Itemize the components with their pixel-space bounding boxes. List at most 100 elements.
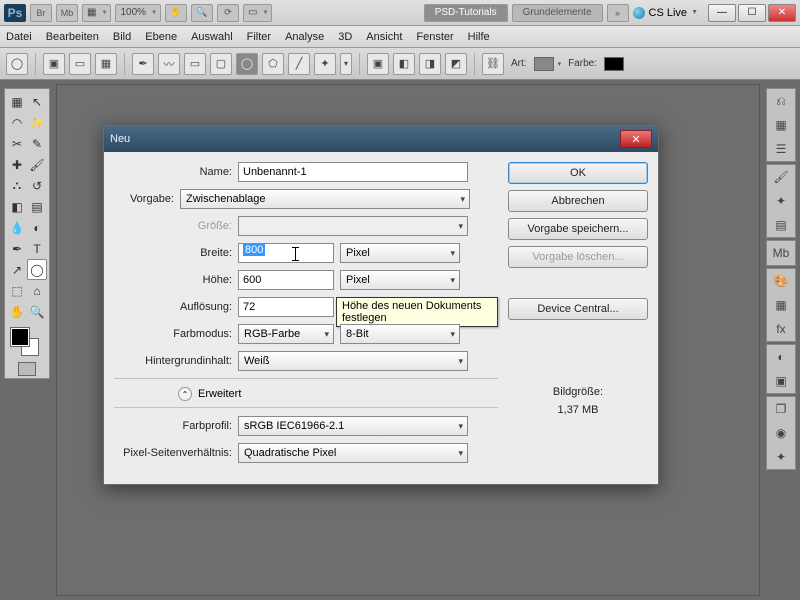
brush-tool-icon[interactable]: 🖌 <box>27 154 47 175</box>
clone-panel-icon[interactable]: ✦ <box>772 192 790 210</box>
dodge-tool-icon[interactable]: ◐ <box>27 217 47 238</box>
3d-tool-icon[interactable]: ⬚ <box>7 280 27 301</box>
menu-3d[interactable]: 3D <box>338 31 352 43</box>
hintergrund-select[interactable]: Weiß <box>238 351 468 371</box>
marquee-tool-icon[interactable]: ↖ <box>27 91 47 112</box>
aufloesung-input[interactable] <box>238 297 334 317</box>
adjustments-panel-icon[interactable]: ◐ <box>772 348 790 366</box>
menu-ansicht[interactable]: Ansicht <box>366 31 402 43</box>
hand-tool-icon[interactable]: ✋ <box>7 301 27 322</box>
abbrechen-button[interactable]: Abbrechen <box>508 190 648 212</box>
path-op2-icon[interactable]: ◧ <box>393 53 415 75</box>
type-tool-icon[interactable]: T <box>27 238 47 259</box>
arrange-dropdown[interactable]: ▦ <box>82 4 111 22</box>
vorgabe-speichern-button[interactable]: Vorgabe speichern... <box>508 218 648 240</box>
brush-panel-icon[interactable]: 🖌 <box>772 168 790 186</box>
3d-camera-icon[interactable]: ⌂ <box>27 280 47 301</box>
menu-hilfe[interactable]: Hilfe <box>468 31 490 43</box>
history-brush-icon[interactable]: ↺ <box>27 175 47 196</box>
cs-live[interactable]: CS Live ▼ <box>633 7 698 19</box>
vorgabe-select[interactable]: Zwischenablage <box>180 189 470 209</box>
path-op4-icon[interactable]: ◩ <box>445 53 467 75</box>
rotate-icon[interactable]: ⟳ <box>217 4 239 22</box>
pen-tool-icon[interactable]: ✒ <box>7 238 27 259</box>
bittiefe-select[interactable]: 8-Bit <box>340 324 460 344</box>
rect-shape-icon[interactable]: ▭ <box>184 53 206 75</box>
wand-tool-icon[interactable]: ✨ <box>27 112 47 133</box>
link-icon[interactable]: ⛓ <box>482 53 504 75</box>
polygon-shape-icon[interactable]: ⬠ <box>262 53 284 75</box>
menu-analyse[interactable]: Analyse <box>285 31 324 43</box>
menu-bild[interactable]: Bild <box>113 31 131 43</box>
shape-layers-icon[interactable]: ▣ <box>43 53 65 75</box>
presets-panel-icon[interactable]: ☰ <box>772 140 790 158</box>
path-select-icon[interactable]: ↗ <box>7 259 27 280</box>
mb-panel-icon[interactable]: Mb <box>772 244 790 262</box>
channels-panel-icon[interactable]: ◉ <box>772 424 790 442</box>
masks-panel-icon[interactable]: ▣ <box>772 372 790 390</box>
erweitert-toggle-icon[interactable]: ⌃ <box>178 387 192 401</box>
history-panel-icon[interactable]: ⎌ <box>772 92 790 110</box>
color-swatches[interactable] <box>7 326 47 358</box>
menu-filter[interactable]: Filter <box>247 31 271 43</box>
window-minimize-icon[interactable]: — <box>708 4 736 22</box>
menu-datei[interactable]: Datei <box>6 31 32 43</box>
heal-tool-icon[interactable]: ✚ <box>7 154 27 175</box>
ellipse-tool-icon[interactable]: ◯ <box>27 259 47 280</box>
eraser-tool-icon[interactable]: ◧ <box>7 196 27 217</box>
brush-presets-icon[interactable]: ▤ <box>772 216 790 234</box>
menu-ebene[interactable]: Ebene <box>145 31 177 43</box>
layers-panel-icon[interactable]: ❐ <box>772 400 790 418</box>
more-workspaces-icon[interactable]: » <box>607 4 629 22</box>
window-maximize-icon[interactable]: ☐ <box>738 4 766 22</box>
color-swatch[interactable] <box>604 57 624 71</box>
gradient-tool-icon[interactable]: ▤ <box>27 196 47 217</box>
dialog-close-icon[interactable]: ✕ <box>620 130 652 148</box>
paths-panel-icon[interactable]: ✦ <box>772 448 790 466</box>
fg-color-swatch[interactable] <box>11 328 29 346</box>
color-panel-icon[interactable]: 🎨 <box>772 272 790 290</box>
custom-shape-icon[interactable]: ✦ <box>314 53 336 75</box>
zoom-dropdown[interactable]: 100% <box>115 4 161 22</box>
hand-icon[interactable]: ✋ <box>165 4 187 22</box>
device-central-button[interactable]: Device Central... <box>508 298 648 320</box>
actions-panel-icon[interactable]: ▦ <box>772 116 790 134</box>
breite-input[interactable]: 800 <box>238 243 334 263</box>
pen-icon[interactable]: ✒ <box>132 53 154 75</box>
path-op3-icon[interactable]: ◨ <box>419 53 441 75</box>
stamp-tool-icon[interactable]: ⛬ <box>7 175 27 196</box>
blur-tool-icon[interactable]: 💧 <box>7 217 27 238</box>
hoehe-input[interactable] <box>238 270 334 290</box>
tool-preset-icon[interactable]: ◯ <box>6 53 28 75</box>
menu-auswahl[interactable]: Auswahl <box>191 31 233 43</box>
styles-panel-icon[interactable]: fx <box>772 320 790 338</box>
zoom-tool-icon[interactable]: 🔍 <box>27 301 47 322</box>
move-tool-icon[interactable]: ▦ <box>7 91 27 112</box>
workspace-tab-2[interactable]: Grundelemente <box>512 4 603 22</box>
pixelsv-select[interactable]: Quadratische Pixel <box>238 443 468 463</box>
lasso-tool-icon[interactable]: ◠ <box>7 112 27 133</box>
workspace-tab-active[interactable]: PSD-Tutorials <box>424 4 508 22</box>
eyedropper-tool-icon[interactable]: ✎ <box>27 133 47 154</box>
breite-unit-select[interactable]: Pixel <box>340 243 460 263</box>
style-swatch[interactable] <box>534 57 554 71</box>
zoom-icon[interactable]: 🔍 <box>191 4 213 22</box>
fill-pixels-icon[interactable]: ▦ <box>95 53 117 75</box>
crop-tool-icon[interactable]: ✂ <box>7 133 27 154</box>
hoehe-unit-select[interactable]: Pixel <box>340 270 460 290</box>
ok-button[interactable]: OK <box>508 162 648 184</box>
roundrect-shape-icon[interactable]: ▢ <box>210 53 232 75</box>
shape-options-icon[interactable]: ▾ <box>340 53 352 75</box>
line-shape-icon[interactable]: ╱ <box>288 53 310 75</box>
window-close-icon[interactable]: ✕ <box>768 4 796 22</box>
screen-mode-dropdown[interactable]: ▭ <box>243 4 272 22</box>
freeform-pen-icon[interactable]: 〰 <box>158 53 180 75</box>
menu-bearbeiten[interactable]: Bearbeiten <box>46 31 99 43</box>
menu-fenster[interactable]: Fenster <box>416 31 453 43</box>
standard-mode-icon[interactable] <box>18 362 36 376</box>
farbprofil-select[interactable]: sRGB IEC61966-2.1 <box>238 416 468 436</box>
ellipse-shape-icon[interactable]: ◯ <box>236 53 258 75</box>
farbmodus-select[interactable]: RGB-Farbe <box>238 324 334 344</box>
path-op1-icon[interactable]: ▣ <box>367 53 389 75</box>
bridge-icon[interactable]: Br <box>30 4 52 22</box>
